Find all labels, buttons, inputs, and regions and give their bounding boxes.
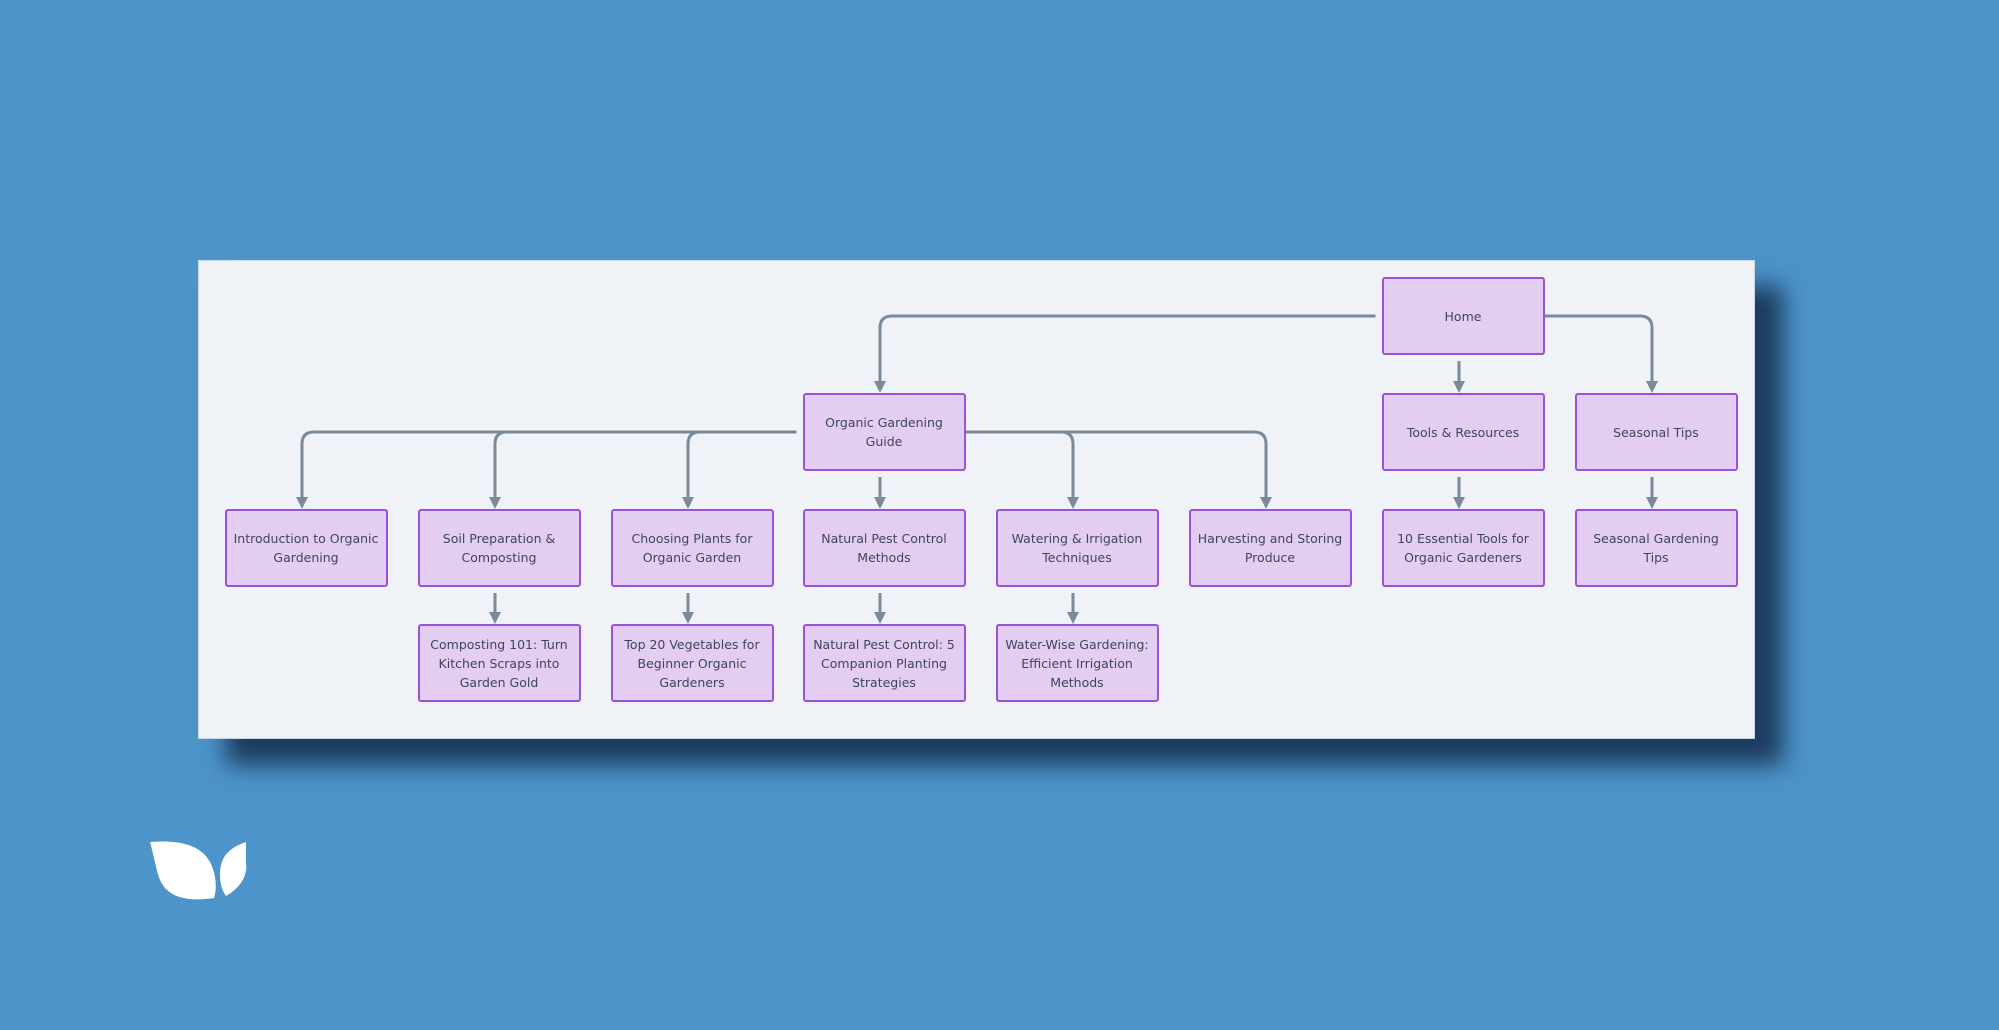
node-seasonal-tips[interactable]: Seasonal Tips: [1574, 393, 1738, 471]
node-tools-resources[interactable]: Tools & Resources: [1381, 393, 1545, 471]
leaf-logo-icon: [150, 841, 247, 900]
node-watering-irrigation[interactable]: Watering & Irrigation Techniques: [995, 509, 1159, 587]
node-seasonal-gardening-tips-article[interactable]: Seasonal Gardening Tips: [1574, 509, 1738, 587]
node-companion-planting-article[interactable]: Natural Pest Control: 5 Companion Planti…: [802, 624, 966, 702]
node-vegetables-article[interactable]: Top 20 Vegetables for Beginner Organic G…: [610, 624, 774, 702]
node-organic-gardening-guide[interactable]: Organic Gardening Guide: [802, 393, 966, 471]
node-choosing-plants[interactable]: Choosing Plants for Organic Garden: [610, 509, 774, 587]
node-harvesting[interactable]: Harvesting and Storing Produce: [1188, 509, 1352, 587]
node-introduction[interactable]: Introduction to Organic Gardening: [224, 509, 388, 587]
node-home[interactable]: Home: [1381, 277, 1545, 355]
node-composting-article[interactable]: Composting 101: Turn Kitchen Scraps into…: [417, 624, 581, 702]
node-natural-pest-control[interactable]: Natural Pest Control Methods: [802, 509, 966, 587]
node-soil-preparation[interactable]: Soil Preparation & Composting: [417, 509, 581, 587]
node-water-wise-article[interactable]: Water-Wise Gardening: Efficient Irrigati…: [995, 624, 1159, 702]
node-essential-tools-article[interactable]: 10 Essential Tools for Organic Gardeners: [1381, 509, 1545, 587]
